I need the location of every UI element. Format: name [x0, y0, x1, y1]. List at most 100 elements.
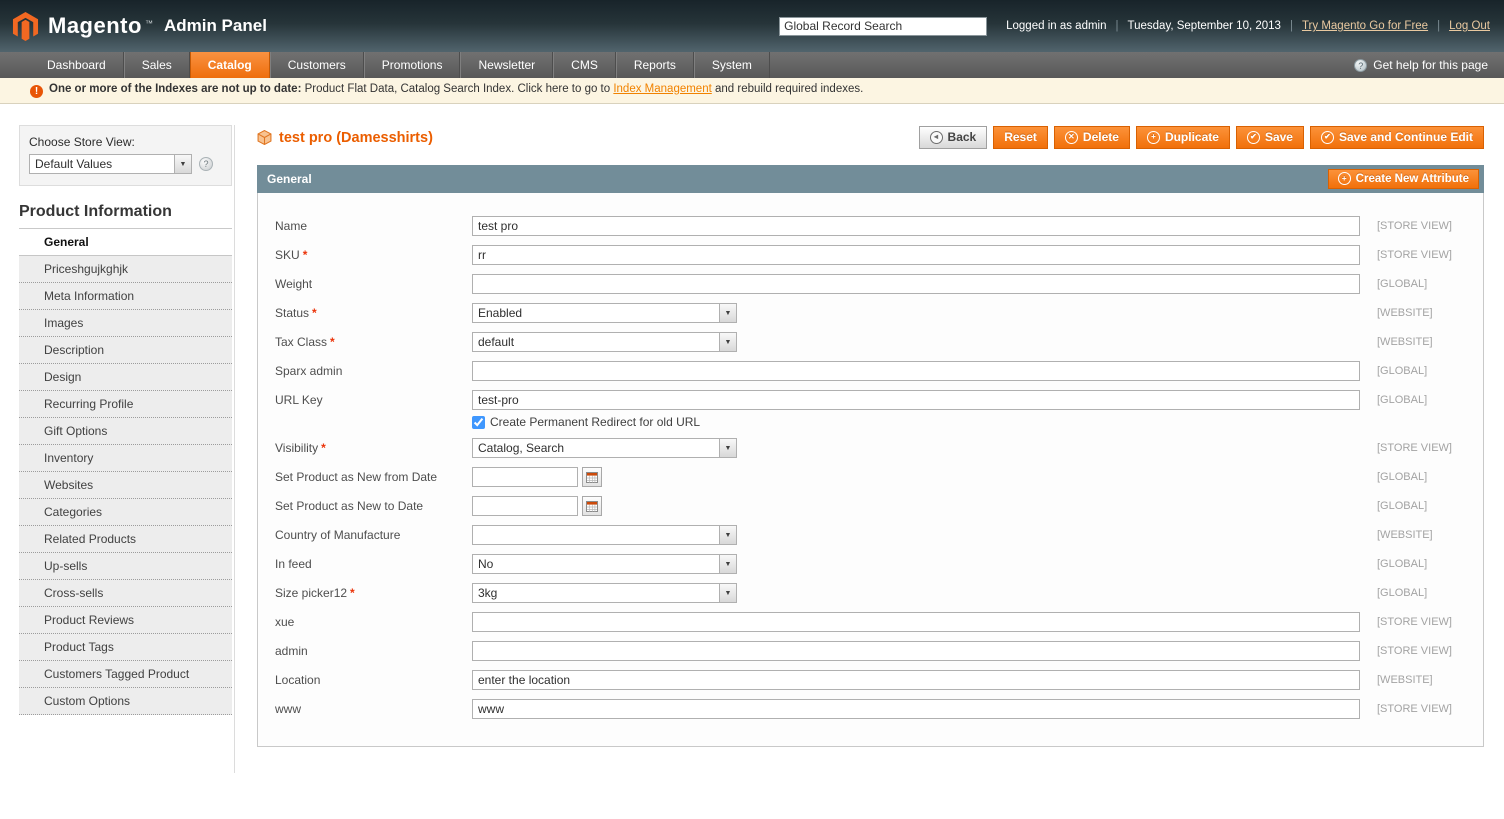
sidebar-item-meta-information[interactable]: Meta Information: [19, 283, 232, 310]
store-view-panel: Choose Store View: Default Values ▼ ?: [19, 125, 232, 186]
create-attribute-label: Create New Attribute: [1356, 173, 1469, 185]
field-date-input-set-product-as-new-to-date[interactable]: [472, 496, 578, 516]
calendar-icon[interactable]: [582, 467, 602, 487]
nav-item-system[interactable]: System: [694, 52, 770, 78]
sidebar-item-inventory[interactable]: Inventory: [19, 445, 232, 472]
form-row-tax-class: Tax Class*default▼[WEBSITE]: [275, 332, 1483, 352]
delete-button[interactable]: ✕ Delete: [1054, 126, 1130, 149]
field-select-country-of-manufacture[interactable]: ▼: [472, 525, 737, 545]
field-select-size-picker12[interactable]: 3kg▼: [472, 583, 737, 603]
field-select-visibility[interactable]: Catalog, Search▼: [472, 438, 737, 458]
back-button[interactable]: ◂ Back: [919, 126, 988, 149]
create-new-attribute-button[interactable]: + Create New Attribute: [1328, 169, 1479, 189]
form-row-set-product-as-new-to-date: Set Product as New to Date[GLOBAL]: [275, 496, 1483, 516]
scope-label: [GLOBAL]: [1377, 274, 1483, 290]
scope-label: [GLOBAL]: [1377, 361, 1483, 377]
field-input-weight[interactable]: [472, 274, 1360, 294]
field-label-url-key: URL Key: [275, 393, 323, 407]
notice-text: Product Flat Data, Catalog Search Index.…: [301, 83, 613, 95]
duplicate-button[interactable]: + Duplicate: [1136, 126, 1230, 149]
scope-label: [GLOBAL]: [1377, 583, 1483, 599]
nav-item-reports[interactable]: Reports: [616, 52, 694, 78]
sidebar-item-images[interactable]: Images: [19, 310, 232, 337]
nav-item-dashboard[interactable]: Dashboard: [30, 52, 124, 78]
required-asterisk: *: [312, 306, 317, 320]
separator: |: [1437, 20, 1440, 32]
field-select-tax-class[interactable]: default▼: [472, 332, 737, 352]
sidebar-item-description[interactable]: Description: [19, 337, 232, 364]
scope-label: [STORE VIEW]: [1377, 699, 1483, 715]
nav-item-customers[interactable]: Customers: [270, 52, 364, 78]
field-input-sku[interactable]: [472, 245, 1360, 265]
field-select-status[interactable]: Enabled▼: [472, 303, 737, 323]
sidebar-item-gift-options[interactable]: Gift Options: [19, 418, 232, 445]
select-value: [473, 526, 719, 544]
nav-item-promotions[interactable]: Promotions: [364, 52, 461, 78]
global-search-input[interactable]: [779, 17, 987, 36]
save-button[interactable]: ✔ Save: [1236, 126, 1304, 149]
field-date-input-set-product-as-new-from-date[interactable]: [472, 467, 578, 487]
field-input-location[interactable]: [472, 670, 1360, 690]
sidebar-item-websites[interactable]: Websites: [19, 472, 232, 499]
scope-label: [STORE VIEW]: [1377, 641, 1483, 657]
sidebar-item-design[interactable]: Design: [19, 364, 232, 391]
field-input-url-key[interactable]: [472, 390, 1360, 410]
scope-label: [WEBSITE]: [1377, 303, 1483, 319]
field-label-visibility: Visibility: [275, 441, 318, 455]
redirect-checkbox[interactable]: [472, 416, 485, 429]
field-select-in-feed[interactable]: No▼: [472, 554, 737, 574]
field-label-sparx-admin: Sparx admin: [275, 364, 342, 378]
page-body: Choose Store View: Default Values ▼ ? Pr…: [0, 104, 1504, 819]
reset-button[interactable]: Reset: [993, 126, 1048, 149]
required-asterisk: *: [330, 335, 335, 349]
save-continue-label: Save and Continue Edit: [1339, 130, 1473, 144]
store-view-help-icon[interactable]: ?: [199, 157, 213, 171]
scope-label: [STORE VIEW]: [1377, 216, 1483, 232]
field-input-name[interactable]: [472, 216, 1360, 236]
sidebar-menu: GeneralPriceshgujkghjkMeta InformationIm…: [19, 228, 232, 715]
sidebar-item-general[interactable]: General: [19, 229, 232, 256]
try-magento-go-link[interactable]: Try Magento Go for Free: [1302, 20, 1428, 32]
field-input-sparx-admin[interactable]: [472, 361, 1360, 381]
admin-panel-label: Admin Panel: [164, 16, 267, 36]
nav-item-newsletter[interactable]: Newsletter: [460, 52, 553, 78]
sidebar-item-product-tags[interactable]: Product Tags: [19, 634, 232, 661]
sidebar-item-cross-sells[interactable]: Cross-sells: [19, 580, 232, 607]
redirect-checkbox-label: Create Permanent Redirect for old URL: [490, 415, 700, 429]
delete-icon: ✕: [1065, 131, 1078, 144]
chevron-down-icon: ▼: [719, 304, 736, 322]
field-input-xue[interactable]: [472, 612, 1360, 632]
form-row-admin: admin[STORE VIEW]: [275, 641, 1483, 661]
get-help-link[interactable]: ? Get help for this page: [1354, 52, 1488, 78]
sidebar-item-custom-options[interactable]: Custom Options: [19, 688, 232, 715]
sidebar-item-related-products[interactable]: Related Products: [19, 526, 232, 553]
sidebar-item-recurring-profile[interactable]: Recurring Profile: [19, 391, 232, 418]
nav-item-catalog[interactable]: Catalog: [190, 52, 270, 78]
store-view-select[interactable]: Default Values ▼: [29, 154, 192, 174]
main-content: test pro (Damesshirts) ◂ Back Reset ✕ De…: [257, 125, 1484, 747]
field-input-www[interactable]: [472, 699, 1360, 719]
field-label-name: Name: [275, 219, 307, 233]
scope-label: [GLOBAL]: [1377, 467, 1483, 483]
scope-label: [WEBSITE]: [1377, 332, 1483, 348]
field-label-location: Location: [275, 673, 320, 687]
calendar-icon[interactable]: [582, 496, 602, 516]
save-continue-button[interactable]: ✔ Save and Continue Edit: [1310, 126, 1484, 149]
sidebar-item-product-reviews[interactable]: Product Reviews: [19, 607, 232, 634]
sidebar-item-up-sells[interactable]: Up-sells: [19, 553, 232, 580]
nav-item-cms[interactable]: CMS: [553, 52, 616, 78]
field-input-admin[interactable]: [472, 641, 1360, 661]
magento-logo-icon: [12, 11, 39, 42]
nav-item-sales[interactable]: Sales: [124, 52, 190, 78]
store-view-value: Default Values: [30, 155, 174, 173]
form-row-location: Location[WEBSITE]: [275, 670, 1483, 690]
field-label-set-product-as-new-from-date: Set Product as New from Date: [275, 470, 437, 484]
log-out-link[interactable]: Log Out: [1449, 20, 1490, 32]
get-help-label: Get help for this page: [1373, 58, 1488, 72]
chevron-down-icon: ▼: [719, 439, 736, 457]
sidebar-item-customers-tagged-product[interactable]: Customers Tagged Product: [19, 661, 232, 688]
sidebar-item-priceshgujkghjk[interactable]: Priceshgujkghjk: [19, 256, 232, 283]
sidebar-item-categories[interactable]: Categories: [19, 499, 232, 526]
form-row-name: Name [STORE VIEW]: [275, 216, 1483, 236]
index-management-link[interactable]: Index Management: [613, 83, 711, 95]
